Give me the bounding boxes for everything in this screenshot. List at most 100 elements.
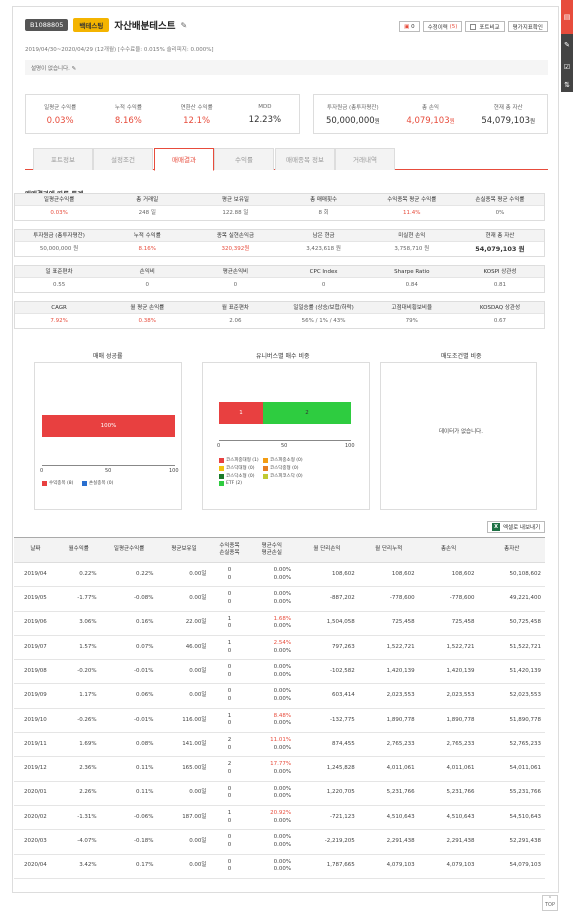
table-row: 2020/03 -4.07% -0.18% 0.00일 0 0 0.00% 0.00% -2,2… [14, 829, 545, 855]
table-cell: -0.26% [56, 708, 101, 734]
table-cell: 5,231,766 [418, 781, 479, 806]
backtest-tag: 백테스팅 [73, 18, 110, 32]
table-cell: 1,787,665 [295, 854, 359, 879]
table-cell: 2020/01 [14, 781, 57, 806]
table-cell: -721,123 [295, 805, 359, 831]
excel-export-button[interactable]: X 엑셀로 내보내기 [487, 521, 546, 533]
column-header: 평균수익 평균손실 [248, 537, 296, 563]
stat-cell: CAGR 7.92% [15, 302, 104, 328]
table-cell: 0.00일 [157, 829, 211, 855]
tab-5[interactable]: 거래내역 [335, 148, 395, 170]
stat-value: 0 [145, 282, 150, 288]
table-cell: -1.31% [56, 805, 101, 831]
stats-row: CAGR 7.92% 월 평균 손익률 0.38% 월 표준편차 2.06 일일승률 (상승… [14, 301, 545, 329]
side-check-button[interactable]: ☑ [561, 56, 573, 78]
table-cell: 2.36% [56, 756, 101, 782]
summary-assets: 투자원금 (총투자평잔) 50,000,000원 총 손익 4,079,103원 현재 … [313, 94, 548, 134]
edit-description-icon[interactable]: ✎ [72, 66, 77, 72]
legend-universe: 코스피중대형 (1) [219, 457, 259, 463]
table-cell: 1,420,139 [358, 659, 419, 685]
summary-label: MDD [258, 103, 272, 110]
summary-value: 8.16% [114, 115, 142, 126]
table-cell: 2,023,553 [358, 683, 419, 709]
compare-checkbox[interactable] [470, 23, 477, 30]
summary-item: 누적 수익률 8.16% [94, 103, 162, 126]
side-red-button[interactable]: ▤ [561, 0, 573, 34]
stats-row: 일 표준편차 0.55 손익비 0 평균손익비 0 CPC Index 0 Sharpe Rat… [14, 265, 545, 293]
table-cell: 0.00% 0.00% [248, 829, 296, 855]
stat-value: 2.06 [229, 318, 242, 324]
count-button[interactable]: ▣ 0 [399, 21, 420, 32]
column-header: 수익종목 손실종목 [210, 537, 249, 563]
stat-value: 54,079,103 원 [475, 245, 525, 253]
compare-button[interactable]: 포트비교 [465, 21, 505, 32]
history-button[interactable]: 수정이력 (5) [422, 21, 463, 32]
tab-4[interactable]: 매매종목 정보 [275, 148, 335, 170]
stat-value: 0 [321, 282, 326, 288]
table-cell: 10 [210, 611, 249, 636]
win-chart-title: 매매 성공률 [93, 353, 123, 360]
table-cell: 0.06% [100, 683, 158, 709]
stat-cell: 총 매매횟수 8 회 [279, 194, 368, 220]
stat-label: CAGR [15, 302, 104, 314]
tab-0[interactable]: 포트정보 [33, 148, 93, 170]
scroll-top-button[interactable]: ⌃ TOP [542, 895, 558, 911]
tab-3[interactable]: 수익률 [214, 148, 274, 170]
stat-cell: 일평균수익률 0.03% [15, 194, 104, 220]
eval-button[interactable]: 평가지표확인 [507, 21, 548, 32]
stat-value: 11.4% [403, 210, 421, 216]
table-cell: 1.57% [56, 635, 101, 661]
side-sort-button[interactable]: ⇅ [561, 78, 573, 92]
universe-chart-title: 유니버스별 매수 비중 [256, 353, 310, 360]
summary-value: 0.03% [46, 115, 74, 126]
stat-value: 320,392원 [221, 246, 250, 252]
side-edit-button[interactable]: ✎ [561, 34, 573, 56]
universe-axis [219, 440, 351, 441]
table-cell: 3.06% [56, 611, 101, 636]
table-cell: 2019/04 [14, 562, 57, 588]
table-cell: 4,079,103 [358, 854, 419, 879]
table-cell: 0.22% [100, 562, 158, 588]
table-cell: 1,420,139 [418, 659, 479, 685]
stat-label: 총 매매횟수 [279, 194, 368, 206]
stat-value: 8.16% [138, 246, 156, 252]
tab-1[interactable]: 설정조건 [93, 148, 153, 170]
table-cell: 0.00% 0.00% [248, 781, 296, 806]
table-cell: 4,011,061 [418, 756, 479, 782]
stats-row: 투자원금 (총투자평잔) 50,000,000 원 누적 수익률 8.16% 종목 실현… [14, 229, 545, 257]
table-cell: 1,245,828 [295, 756, 359, 782]
column-header: 총손익 [418, 537, 479, 563]
table-cell: 725,458 [418, 611, 479, 636]
stat-value: 7.92% [50, 318, 68, 324]
edit-title-icon[interactable]: ✎ [181, 21, 188, 30]
table-cell: -2,219,205 [295, 829, 359, 855]
table-cell: 4,510,643 [358, 805, 419, 831]
table-cell: 108,602 [295, 562, 359, 588]
stat-value: 0.55 [52, 282, 66, 288]
stat-label: Sharpe Ratio [367, 266, 456, 278]
no-data-message: 데이터가 없습니다. [439, 429, 483, 435]
stat-value: 3,423,618 원 [306, 246, 341, 252]
stat-label: 일 표준편차 [15, 266, 104, 278]
summary-item: 일평균 수익률 0.03% [26, 103, 94, 126]
legend-universe: 코스닥중형 (0) [263, 465, 299, 471]
table-cell: 187.00일 [157, 805, 211, 831]
stat-cell: 남은 현금 3,423,618 원 [279, 230, 368, 256]
table-cell: 0.16% [100, 611, 158, 636]
summary-label: 일평균 수익률 [44, 104, 77, 111]
stat-value: 248 일 [138, 210, 156, 216]
table-row: 2019/08 -0.20% -0.01% 0.00일 0 0 0.00% 0.00% -102… [14, 659, 545, 685]
tab-bar: 포트정보 설정조건 매매결과 수익률 매매종목 정보 거래내역 [25, 148, 548, 171]
stat-label: 고점대비횡보비율 [367, 302, 456, 314]
table-cell: 00 [210, 781, 249, 806]
tick-label: 0 [217, 443, 221, 449]
table-cell: 0.22% [56, 562, 101, 588]
stat-cell: 종목 실현손익금 320,392원 [191, 230, 280, 256]
stat-label: 손실종목 평균 수익률 [455, 194, 545, 206]
table-cell: 20 [210, 732, 249, 758]
monthly-table: 날짜 월수익률 일평균수익률 평균보유일 수익종목 손실종목 평균수익 평균손실 월 단리손익 월… [14, 537, 545, 879]
table-cell: 0.00% 0.00% [248, 586, 296, 612]
table-cell: 0.00일 [157, 562, 211, 588]
table-cell: 00 [210, 683, 249, 709]
tab-2[interactable]: 매매결과 [154, 148, 214, 171]
